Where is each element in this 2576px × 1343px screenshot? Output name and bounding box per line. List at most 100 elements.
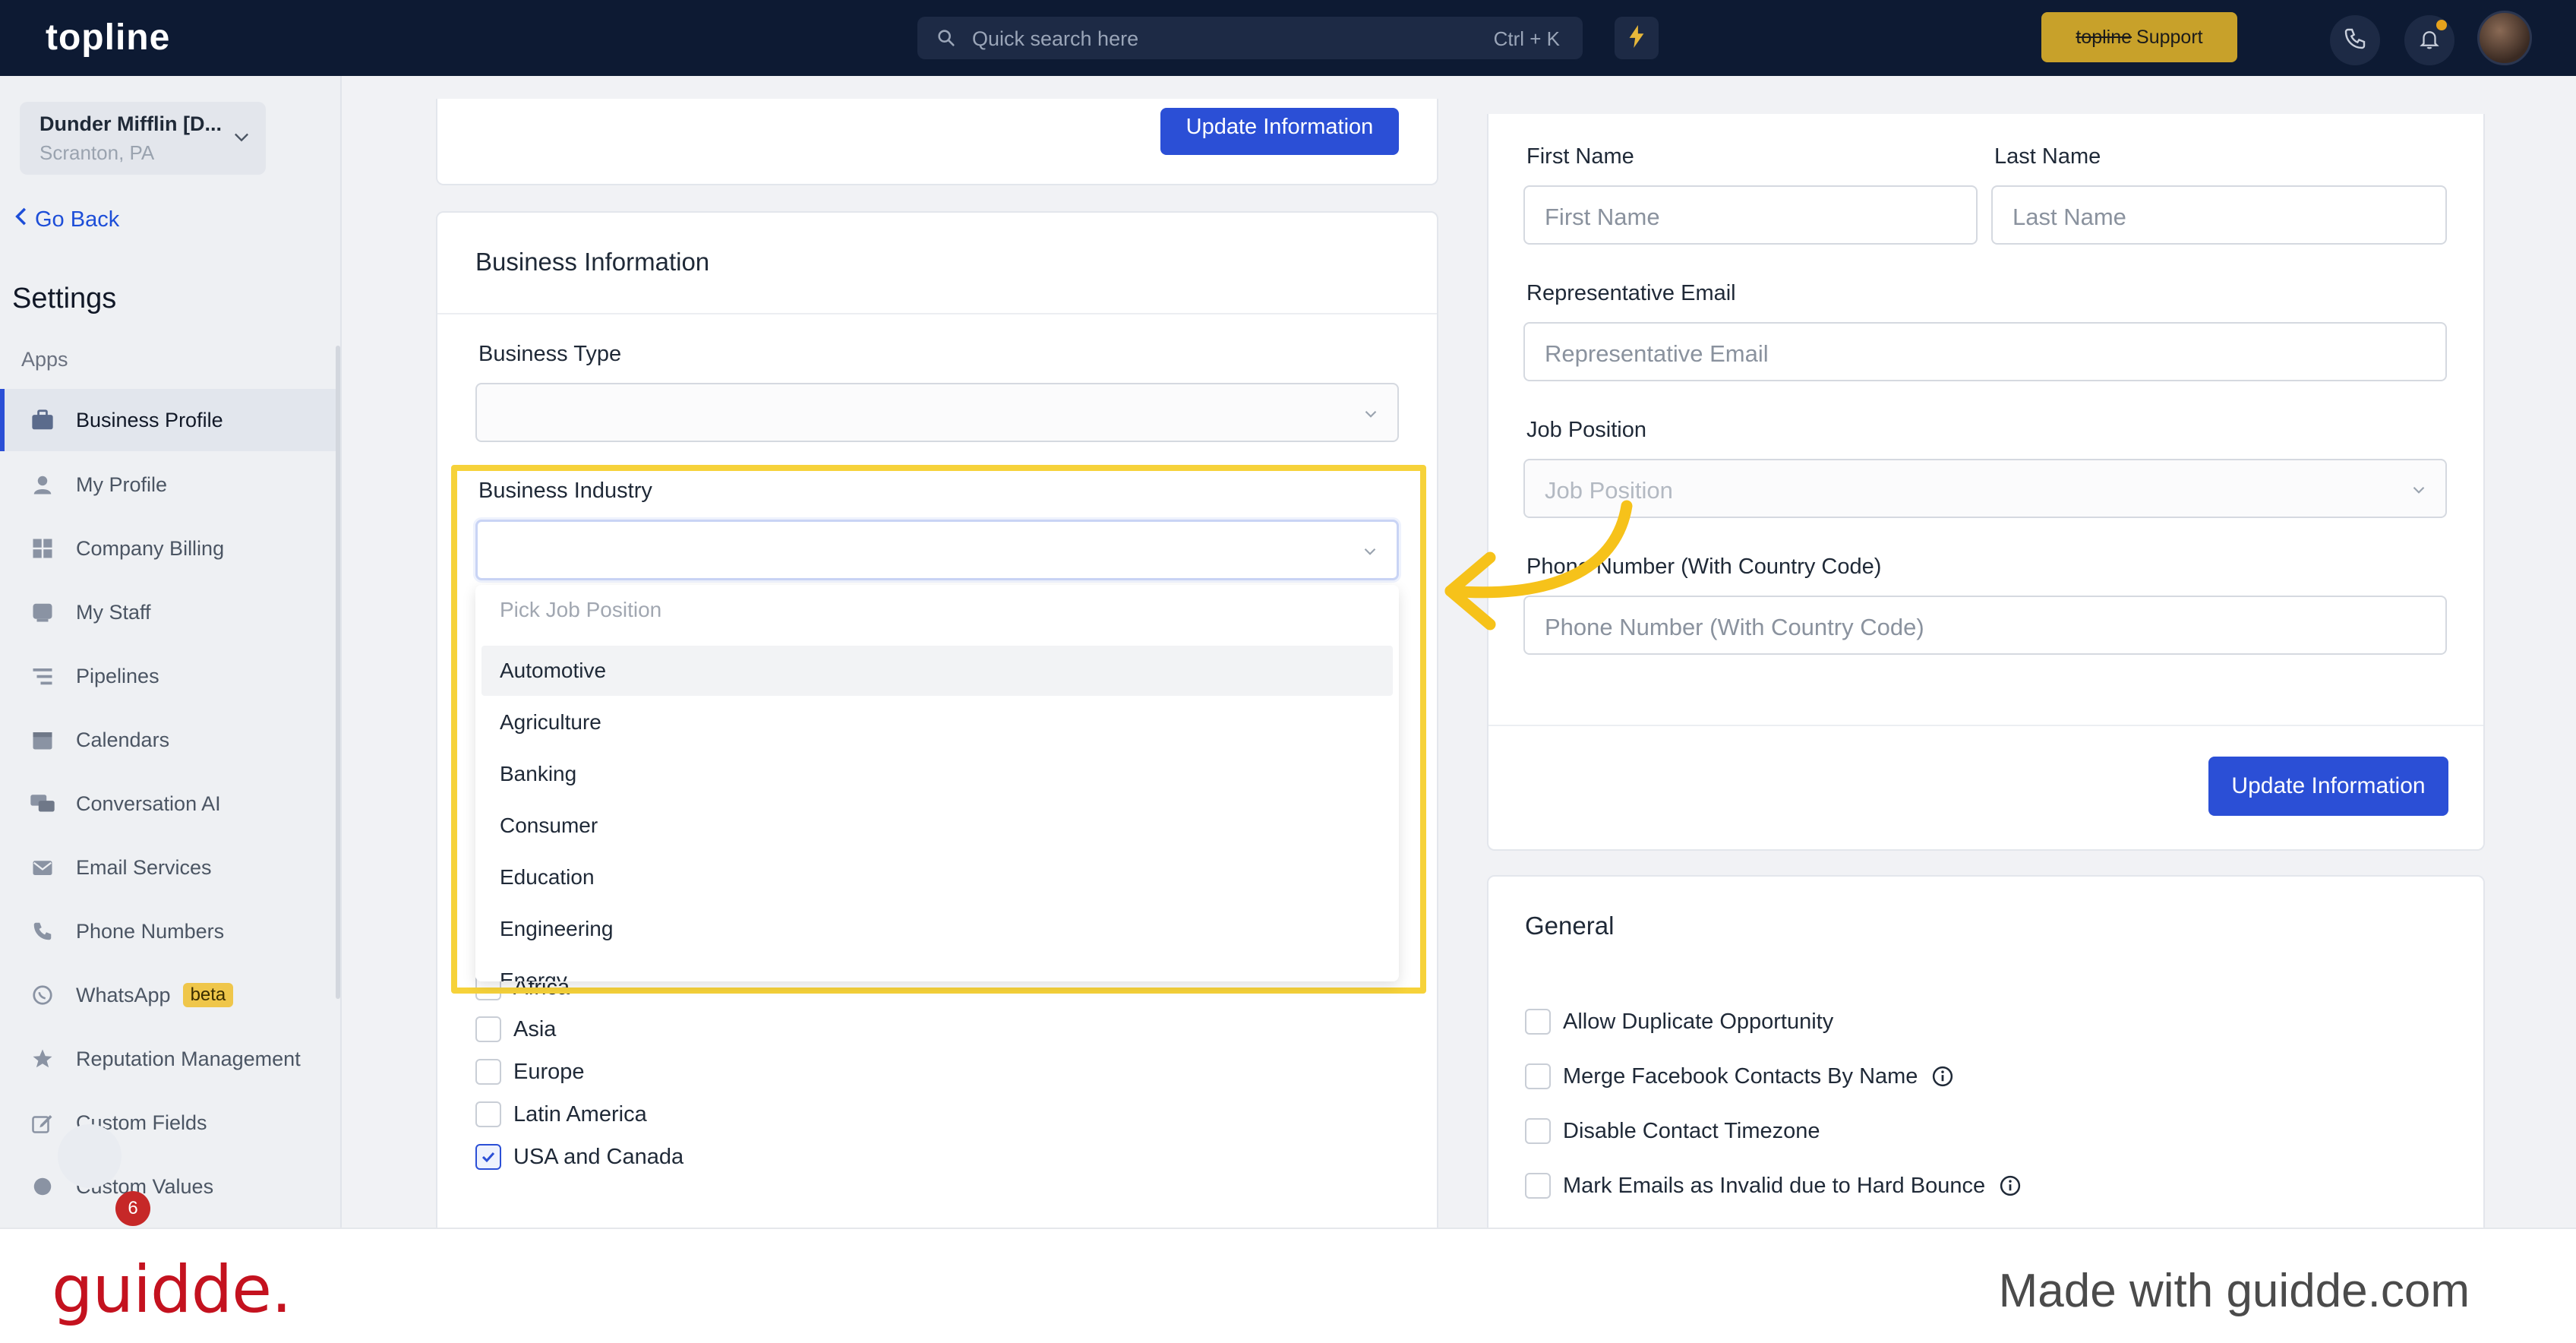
option-allow-duplicate-opportunity[interactable]: Allow Duplicate Opportunity [1525,1009,1833,1035]
option-disable-contact-timezone[interactable]: Disable Contact Timezone [1525,1118,1820,1144]
option-education[interactable]: Education [481,852,1393,902]
sidebar-item-label: Calendars [76,728,170,751]
phone-number-input[interactable]: Phone Number (With Country Code) [1523,596,2447,655]
sidebar-scrollbar[interactable] [336,346,340,999]
checkbox[interactable] [1525,1173,1551,1199]
first-name-input[interactable]: First Name [1523,185,1978,245]
chevron-down-icon [2409,480,2429,504]
info-icon[interactable] [1999,1174,2022,1197]
sidebar-item-label: My Staff [76,600,151,624]
sidebar-item-company-billing[interactable]: Company Billing [0,517,339,580]
search-icon [936,27,957,52]
location-city: Scranton, PA [39,141,155,164]
sidebar-item-reputation-management[interactable]: Reputation Management [0,1028,339,1090]
representative-email-label: Representative Email [1526,281,1736,305]
region-checkbox-latin-america[interactable]: Latin America [475,1101,647,1127]
settings-title: Settings [12,283,117,314]
sidebar-item-business-profile[interactable]: Business Profile [0,389,339,451]
calendar-icon [29,726,56,754]
made-with-text: Made with guidde.com [1998,1265,2470,1317]
guidde-logo: guidde. [52,1252,292,1328]
phone-icon [29,918,56,945]
business-information-title: Business Information [475,248,710,276]
business-industry-select[interactable] [475,520,1399,580]
last-name-input[interactable]: Last Name [1991,185,2447,245]
checkbox[interactable] [1525,1009,1551,1035]
sidebar-item-custom-fields[interactable]: Custom Fields [0,1092,339,1154]
option-agriculture[interactable]: Agriculture [481,697,1393,747]
sidebar-item-calendars[interactable]: Calendars [0,709,339,771]
option-automotive[interactable]: Automotive [481,646,1393,696]
guidde-footer: guidde. Made with guidde.com [0,1228,2576,1343]
go-back-link[interactable]: Go Back [14,207,119,232]
checkbox[interactable] [1525,1118,1551,1144]
region-checkbox-asia[interactable]: Asia [475,1016,556,1042]
sidebar-item-phone-numbers[interactable]: Phone Numbers [0,900,339,962]
business-industry-label: Business Industry [478,479,652,503]
chevron-down-icon [1360,542,1380,565]
support-button[interactable]: topline Support [2041,12,2237,62]
option-banking[interactable]: Banking [481,749,1393,799]
update-information-button[interactable]: Update Information [2208,757,2448,816]
grid-icon [29,535,56,562]
sidebar-item-whatsapp[interactable]: WhatsApp beta [0,964,339,1026]
sidebar-item-custom-values[interactable]: Custom Values [0,1155,339,1218]
business-type-label: Business Type [478,342,622,366]
last-name-placeholder: Last Name [2012,204,2126,230]
region-checkbox-usa-canada[interactable]: USA and Canada [475,1144,683,1170]
option-energy[interactable]: Energy [481,956,1393,981]
checkbox[interactable] [475,1059,501,1085]
lightning-icon [1627,24,1646,52]
quick-actions-button[interactable] [1615,17,1659,59]
option-merge-facebook-contacts[interactable]: Merge Facebook Contacts By Name [1525,1063,1954,1089]
business-industry-dropdown: Pick Job Position Automotive Agriculture… [475,585,1399,981]
option-engineering[interactable]: Engineering [481,904,1393,954]
beta-badge: beta [182,983,234,1007]
app-logo[interactable]: topline [46,17,170,58]
phone-icon [2343,27,2367,55]
user-avatar[interactable] [2477,11,2532,65]
card-divider [437,313,1437,314]
go-back-label: Go Back [35,207,120,232]
option-label: Merge Facebook Contacts By Name [1563,1063,1918,1089]
chevron-left-icon [14,207,27,232]
job-position-label: Job Position [1526,418,1646,442]
sidebar-item-label: WhatsApp [76,983,171,1006]
top-bar: topline Quick search here Ctrl + K topli… [0,0,2576,76]
sidebar-item-label: Business Profile [76,408,223,431]
update-information-button-top[interactable]: Update Information [1160,108,1399,155]
job-position-select[interactable]: Job Position [1523,459,2447,518]
sidebar-item-label: Conversation AI [76,792,221,815]
location-switcher[interactable]: Dunder Mifflin [D... Scranton, PA [20,102,266,175]
quick-search[interactable]: Quick search here Ctrl + K [917,17,1583,59]
checkbox[interactable] [475,1101,501,1127]
sidebar-item-conversation-ai[interactable]: Conversation AI [0,773,339,835]
option-mark-emails-invalid[interactable]: Mark Emails as Invalid due to Hard Bounc… [1525,1173,2022,1199]
region-label: Latin America [513,1101,647,1127]
region-checkbox-europe[interactable]: Europe [475,1059,585,1085]
checkbox-checked[interactable] [475,1144,501,1170]
filter-icon [29,662,56,690]
phone-button[interactable] [2330,15,2380,65]
info-icon[interactable] [1931,1065,1954,1088]
chat-widget[interactable] [58,1124,122,1188]
sidebar-item-email-services[interactable]: Email Services [0,836,339,899]
sidebar-item-label: My Profile [76,472,168,496]
option-label: Mark Emails as Invalid due to Hard Bounc… [1563,1173,1986,1198]
option-consumer[interactable]: Consumer [481,801,1393,851]
sidebar-item-my-profile[interactable]: My Profile [0,453,339,516]
checkmark-icon [481,1152,495,1163]
notifications-button[interactable] [2404,15,2454,65]
apps-section-label: Apps [21,348,68,371]
region-label: Asia [513,1016,557,1041]
representative-email-input[interactable]: Representative Email [1523,322,2447,381]
sidebar-item-label: Company Billing [76,536,225,560]
checkbox[interactable] [1525,1063,1551,1089]
sidebar-item-pipelines[interactable]: Pipelines [0,645,339,707]
notification-dot [2436,20,2447,30]
business-type-select[interactable] [475,383,1399,442]
user-icon [29,471,56,498]
sidebar-item-my-staff[interactable]: My Staff [0,581,339,643]
checkbox[interactable] [475,1016,501,1042]
values-icon [29,1173,56,1200]
